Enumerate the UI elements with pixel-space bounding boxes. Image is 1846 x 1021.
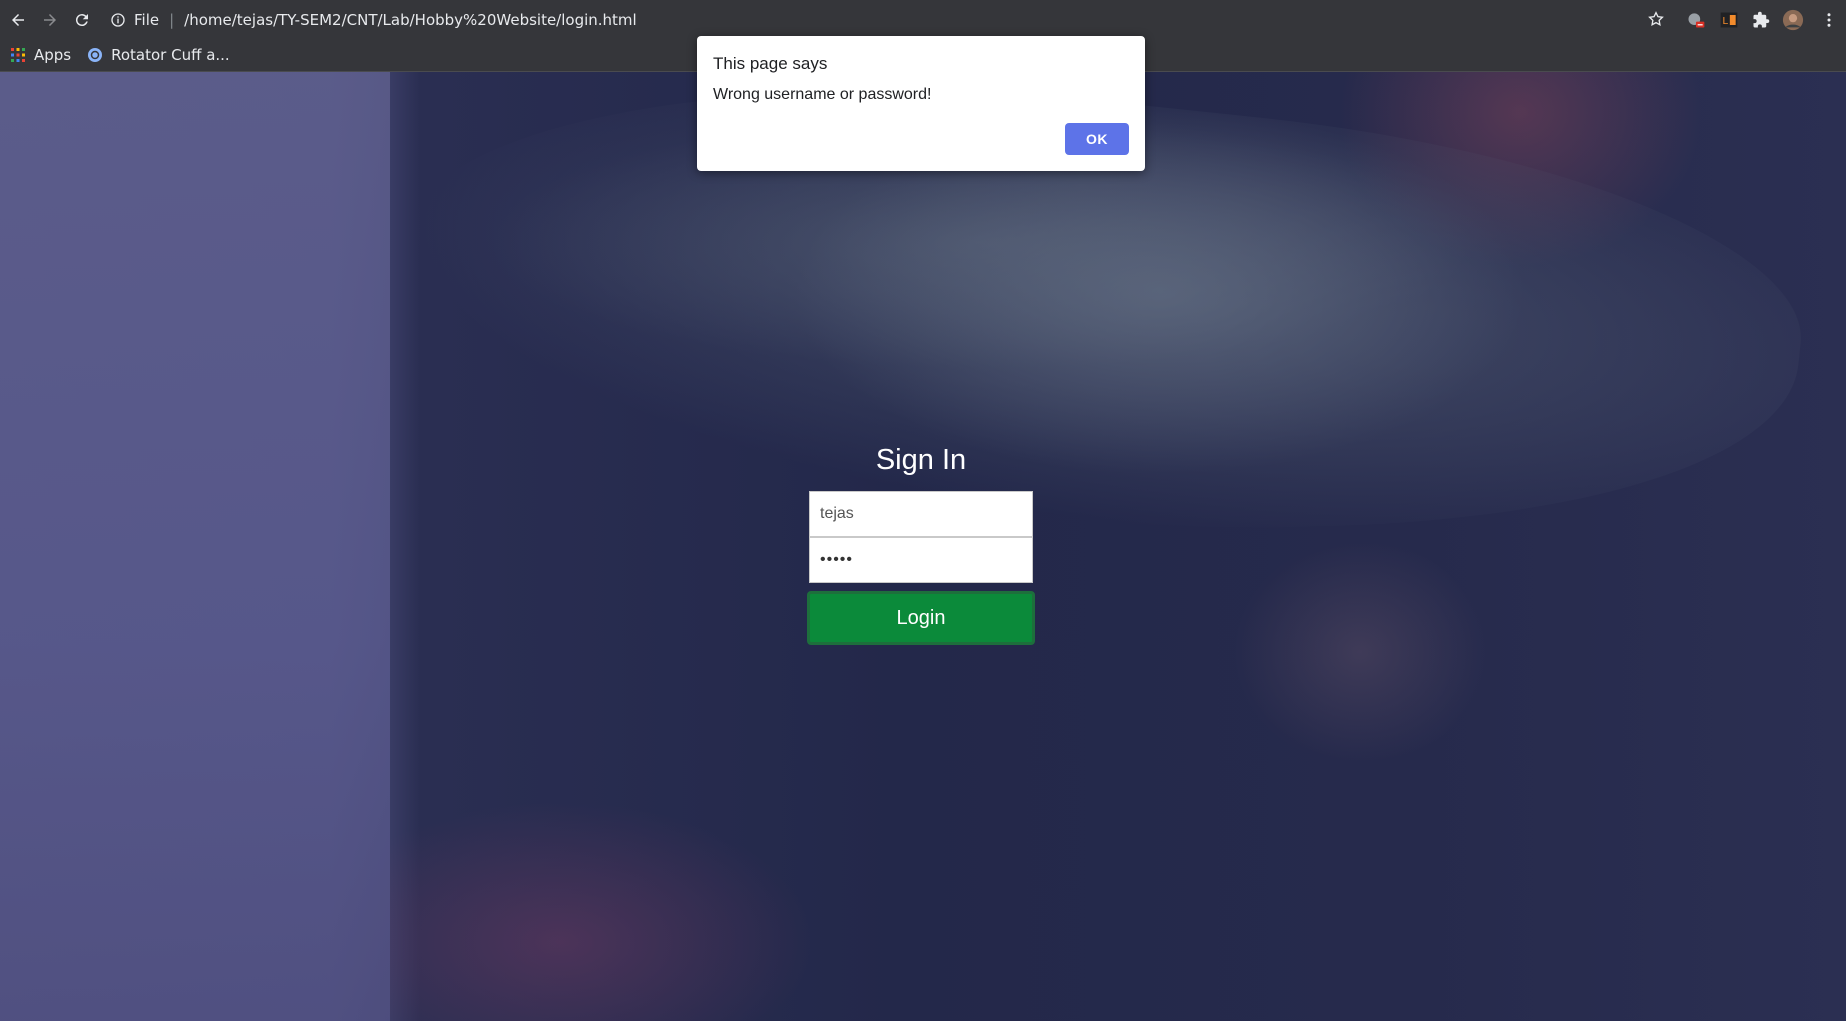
address-bar[interactable]: File | /home/tejas/TY-SEM2/CNT/Lab/Hobby… xyxy=(108,5,1718,35)
info-icon[interactable] xyxy=(108,10,128,30)
extension-icon[interactable]: L xyxy=(1718,9,1740,31)
reload-button[interactable] xyxy=(66,4,98,36)
puzzle-icon[interactable] xyxy=(1750,9,1772,31)
apps-grid-icon xyxy=(11,48,25,62)
page-background: Sign In tejas ••••• Login xyxy=(0,72,1846,1021)
omnibox-separator: | xyxy=(169,11,175,29)
background-shape xyxy=(0,72,390,1021)
back-button[interactable] xyxy=(2,4,34,36)
svg-text:L: L xyxy=(1722,16,1728,27)
bookmark-favicon xyxy=(88,48,103,62)
login-button[interactable]: Login xyxy=(807,591,1035,645)
bookmark-apps[interactable]: Apps xyxy=(10,46,71,64)
reload-icon xyxy=(75,13,88,26)
menu-icon[interactable] xyxy=(1818,9,1840,31)
bookmark-rotator-cuff[interactable]: Rotator Cuff a... xyxy=(87,46,230,64)
signin-form: Sign In tejas ••••• Login xyxy=(807,444,1035,645)
username-field[interactable]: tejas xyxy=(809,491,1033,537)
dialog-message: Wrong username or password! xyxy=(713,86,932,103)
alert-dialog: This page says Wrong username or passwor… xyxy=(697,36,1145,171)
bookmark-label: Apps xyxy=(34,46,72,64)
url-text: /home/tejas/TY-SEM2/CNT/Lab/Hobby%20Webs… xyxy=(184,11,637,29)
password-field[interactable]: ••••• xyxy=(809,537,1033,583)
back-icon xyxy=(12,13,24,26)
extension-icon[interactable] xyxy=(1685,9,1707,31)
ok-button[interactable]: OK xyxy=(1065,123,1129,155)
scheme-label: File xyxy=(134,11,160,29)
star-icon[interactable] xyxy=(1647,10,1667,30)
dialog-title: This page says xyxy=(713,54,828,73)
page-title: Sign In xyxy=(875,444,967,476)
forward-icon xyxy=(44,13,56,26)
avatar[interactable] xyxy=(1782,9,1804,31)
bookmark-label: Rotator Cuff a... xyxy=(111,46,230,64)
browser-toolbar: File | /home/tejas/TY-SEM2/CNT/Lab/Hobby… xyxy=(0,0,1846,39)
forward-button[interactable] xyxy=(34,4,66,36)
